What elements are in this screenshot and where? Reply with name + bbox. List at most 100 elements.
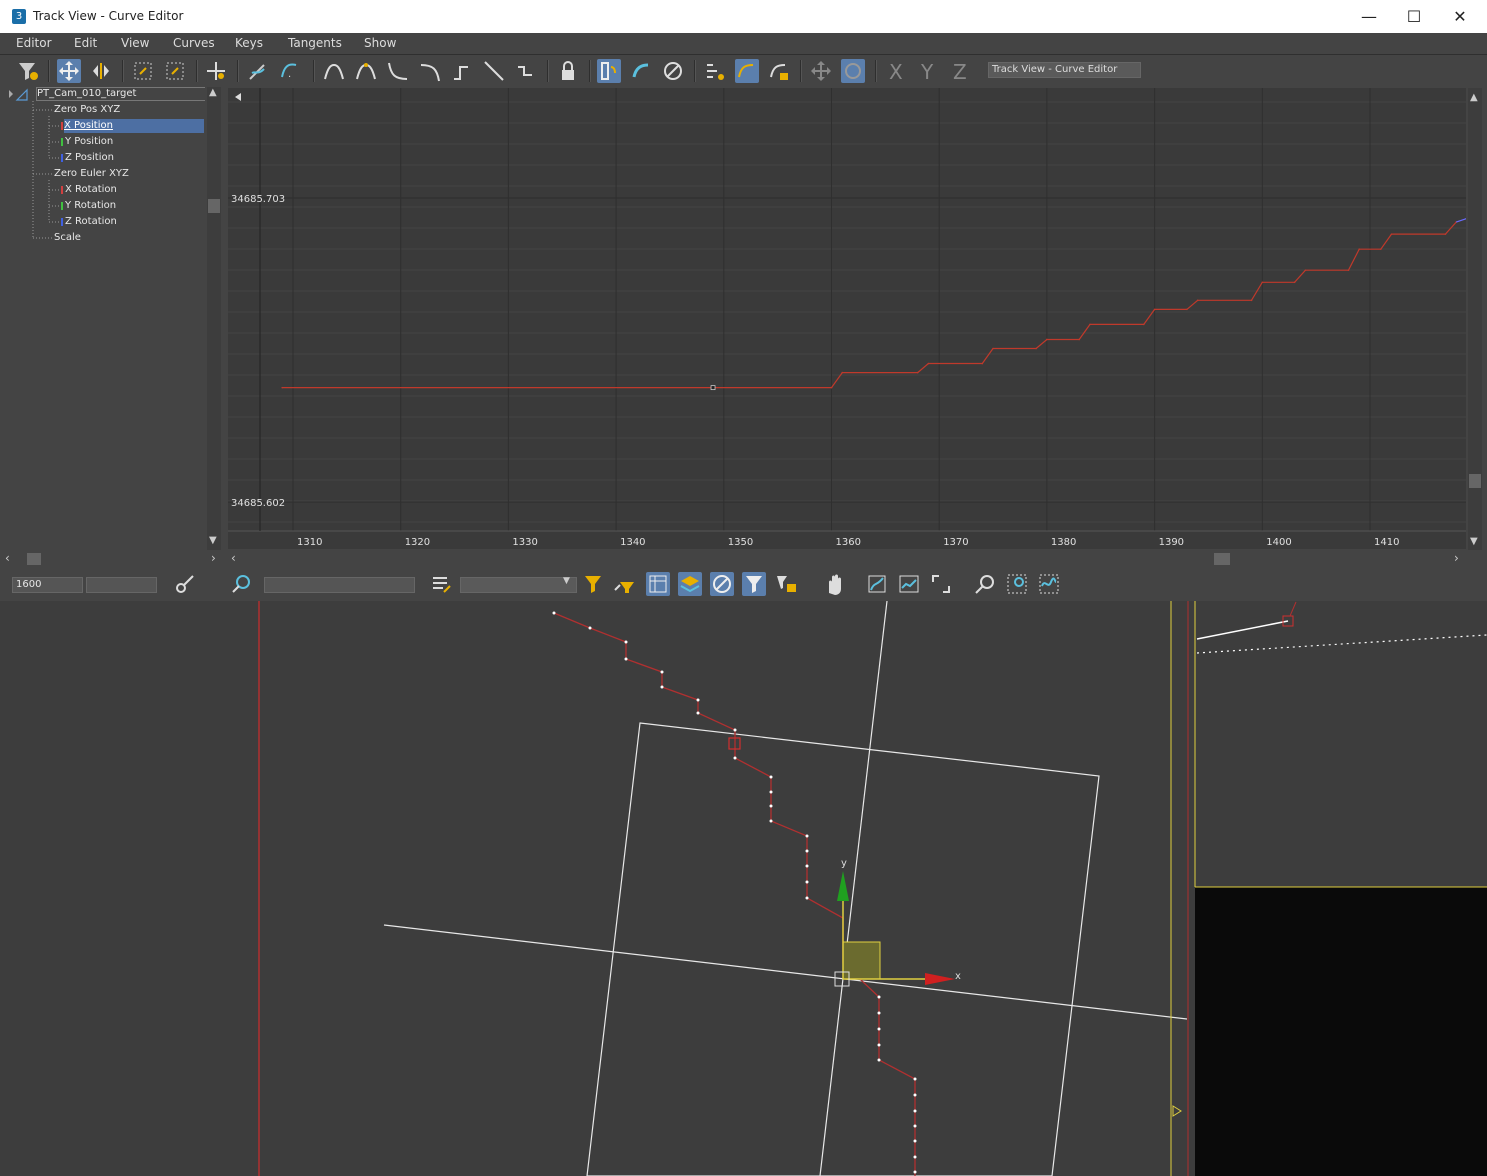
tree-item-scale[interactable]: Scale <box>54 231 81 245</box>
filter-name-field[interactable] <box>264 577 415 593</box>
menu-edit[interactable]: Edit <box>74 36 97 50</box>
menu-curves[interactable]: Curves <box>173 36 215 50</box>
tree-item-root[interactable]: PT_Cam_010_target <box>36 87 205 101</box>
filter-layers-icon[interactable] <box>678 572 702 596</box>
snap-frames-icon[interactable] <box>597 59 621 83</box>
zoom-region-icon[interactable] <box>1005 572 1029 596</box>
key-stats-icon[interactable] <box>173 572 197 596</box>
linear-tangents-icon[interactable] <box>482 59 506 83</box>
smooth-tangents-icon[interactable] <box>514 59 538 83</box>
menu-view[interactable]: View <box>121 36 149 50</box>
graph-scroll-down-icon[interactable]: ▼ <box>1470 536 1478 547</box>
selection-set-dropdown[interactable] <box>460 577 577 593</box>
show-tangents-icon[interactable] <box>703 59 727 83</box>
filter-animated-tracks-icon[interactable] <box>612 572 636 596</box>
curve-point <box>981 362 984 365</box>
frame-field[interactable]: 1600 <box>12 577 83 593</box>
filter-unlocked-icon[interactable] <box>646 572 670 596</box>
controller-tree: PT_Cam_010_target Zero Pos XYZ X Positio… <box>5 87 205 550</box>
curve-graph-svg[interactable]: 1310 1320 1330 1340 1350 1360 1370 1380 1390 1400… <box>228 88 1466 549</box>
graph-scroll-up-icon[interactable]: ▲ <box>1470 92 1478 103</box>
show-keys-icon[interactable] <box>661 59 685 83</box>
tree-scroll-thumb[interactable] <box>208 199 220 213</box>
filter-locked-icon[interactable] <box>774 572 798 596</box>
menu-show[interactable]: Show <box>364 36 396 50</box>
edit-selection-set-icon[interactable] <box>430 572 454 596</box>
show-all-tangents-icon[interactable] <box>735 59 759 83</box>
tree-vertical-scrollbar[interactable]: ▲ ▼ <box>207 87 221 550</box>
svg-text:Y: Y <box>920 60 934 83</box>
graph-scroll-left-icon[interactable]: ‹ <box>231 551 236 565</box>
menu-tangents[interactable]: Tangents <box>288 36 342 50</box>
bottom-toolbar: 1600 ▼ <box>0 569 1487 600</box>
tree-scroll-left-icon[interactable]: ‹ <box>5 551 10 565</box>
menu-keys[interactable]: Keys <box>235 36 263 50</box>
draw-curves-icon[interactable] <box>246 59 270 83</box>
filter-selected-tracks-icon[interactable] <box>582 572 606 596</box>
chevron-down-icon[interactable]: ▼ <box>563 576 570 586</box>
filter-icon[interactable] <box>16 59 40 83</box>
spline-tangents-icon[interactable] <box>354 59 378 83</box>
slow-tangents-icon[interactable] <box>418 59 442 83</box>
zoom-selected-icon[interactable] <box>230 572 254 596</box>
tree-item-zero-euler-xyz[interactable]: Zero Euler XYZ <box>54 167 129 181</box>
tree-item-y-rotation[interactable]: Y Rotation <box>65 199 116 213</box>
curve-point <box>1035 347 1037 350</box>
tree-scroll-right-icon[interactable]: › <box>211 551 216 565</box>
scroll-down-icon[interactable]: ▼ <box>209 535 217 546</box>
step-tangents-icon[interactable] <box>450 59 474 83</box>
lock-tangents-icon[interactable] <box>767 59 791 83</box>
graph-horizontal-scrollbar[interactable]: ‹ › <box>228 551 1466 566</box>
show-y-curves-icon[interactable]: Y <box>917 59 941 84</box>
parameter-curve-icon[interactable] <box>629 59 653 83</box>
pan-icon[interactable] <box>809 59 833 83</box>
normalize-icon[interactable] <box>929 572 953 596</box>
isolate-curve-icon[interactable] <box>1037 572 1061 596</box>
graph-scroll-thumb[interactable] <box>1469 474 1481 488</box>
frame-horizontal-icon[interactable] <box>865 572 889 596</box>
show-x-curves-icon[interactable]: X <box>885 59 909 84</box>
tree-item-zero-pos-xyz[interactable]: Zero Pos XYZ <box>54 103 120 117</box>
tree-item-z-position[interactable]: Z Position <box>65 151 114 165</box>
curve-point <box>1293 281 1296 284</box>
close-button[interactable]: ✕ <box>1437 0 1483 33</box>
value-field[interactable] <box>86 577 157 593</box>
graph-scroll-right-icon[interactable]: › <box>1454 551 1459 565</box>
reduce-keys-icon[interactable]: . <box>278 59 302 83</box>
filter-visible-icon[interactable] <box>710 572 734 596</box>
graph-vertical-scrollbar[interactable]: ▲ ▼ <box>1468 88 1482 550</box>
frame-values-icon[interactable] <box>897 572 921 596</box>
menu-editor[interactable]: Editor <box>16 36 52 50</box>
pan-hand-icon[interactable] <box>822 572 846 596</box>
tree-item-x-rotation[interactable]: X Rotation <box>65 183 117 197</box>
add-keys-icon[interactable] <box>204 59 228 83</box>
curve-editor-toolbar: . X Y Z Track View - Curve Editor <box>0 55 1487 86</box>
curve-graph[interactable]: 1310 1320 1330 1340 1350 1360 1370 1380 1390 1400… <box>228 88 1466 549</box>
x-tick-label-1350: 1350 <box>728 537 753 548</box>
zoom-extents-icon[interactable] <box>841 59 865 83</box>
fast-tangents-icon[interactable] <box>386 59 410 83</box>
tree-horizontal-scrollbar[interactable]: ‹ › <box>5 551 221 566</box>
auto-tangents-icon[interactable] <box>322 59 346 83</box>
show-z-curves-icon[interactable]: Z <box>949 59 973 84</box>
lock-selection-icon[interactable] <box>556 59 580 83</box>
tree-item-y-position[interactable]: Y Position <box>65 135 113 149</box>
graph-hscroll-thumb[interactable] <box>1214 553 1230 565</box>
maximize-button[interactable]: ☐ <box>1391 0 1437 33</box>
scroll-up-icon[interactable]: ▲ <box>209 87 217 98</box>
filter-controllers-icon[interactable] <box>742 572 766 596</box>
move-keys-icon[interactable] <box>57 59 81 83</box>
window-title: Track View - Curve Editor <box>33 9 184 23</box>
scale-keys-icon[interactable] <box>131 59 155 83</box>
minimize-button[interactable]: — <box>1346 0 1392 33</box>
tree-hscroll-thumb[interactable] <box>27 553 41 565</box>
svg-text:Z: Z <box>953 60 967 83</box>
track-view-name-field[interactable]: Track View - Curve Editor <box>988 62 1141 78</box>
zoom-icon[interactable] <box>973 572 997 596</box>
scale-values-icon[interactable] <box>163 59 187 83</box>
tree-item-x-position[interactable]: X Position <box>64 119 204 133</box>
3d-viewport[interactable]: x y <box>0 601 1487 1176</box>
viewport-scene[interactable]: x y <box>0 601 1487 1176</box>
tree-item-z-rotation[interactable]: Z Rotation <box>65 215 117 229</box>
slide-keys-icon[interactable] <box>89 59 113 83</box>
